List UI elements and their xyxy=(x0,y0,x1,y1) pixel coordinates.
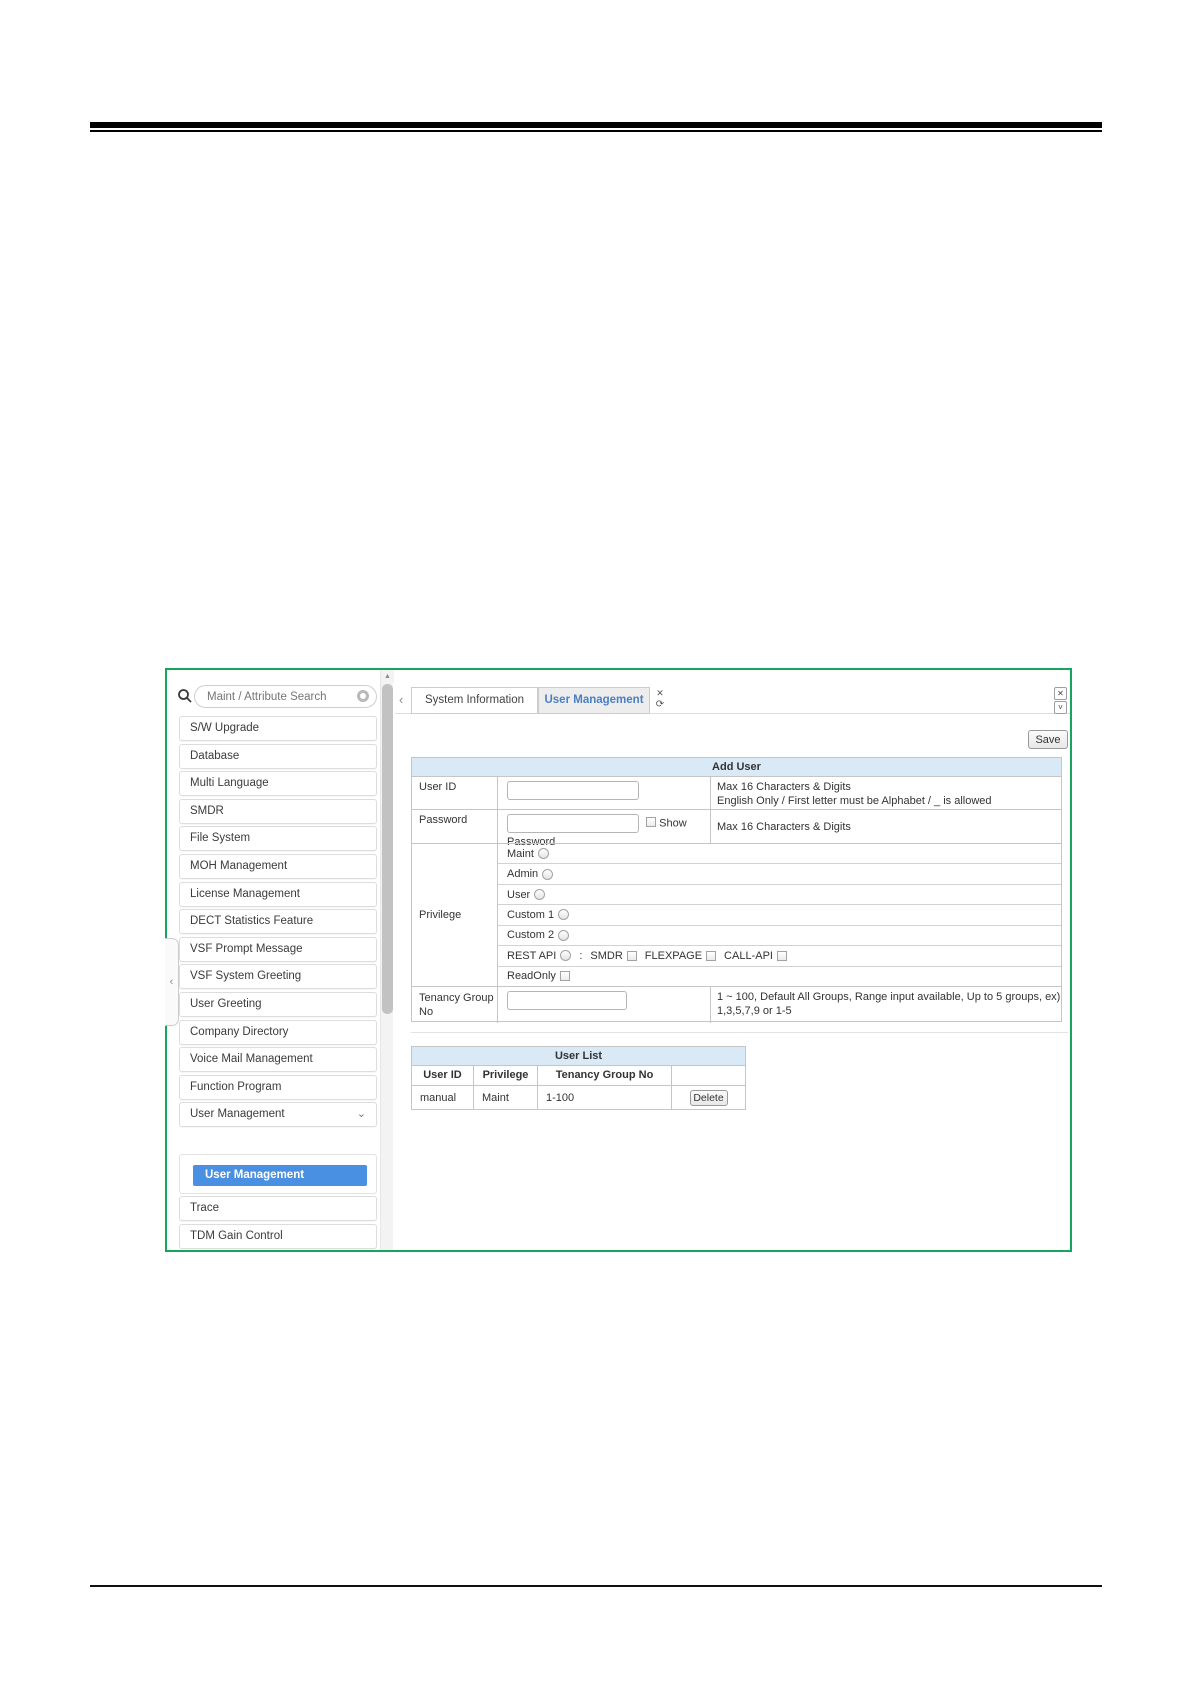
document-page: S/W Upgrade Database Multi Language SMDR… xyxy=(0,0,1191,1684)
password-row: Password Show Password Max 16 Characters… xyxy=(412,809,1061,843)
tab-back-icon[interactable]: ‹ xyxy=(399,692,403,707)
sidebar-item-vsf-greeting[interactable]: VSF System Greeting xyxy=(179,964,377,989)
col-actions xyxy=(672,1066,745,1085)
table-row: manual Maint 1-100 Delete xyxy=(412,1085,745,1110)
user-radio[interactable] xyxy=(534,889,545,900)
cell-user-id: manual xyxy=(412,1086,474,1110)
flexpage-checkbox[interactable] xyxy=(706,951,716,961)
custom1-radio[interactable] xyxy=(558,909,569,920)
user-list-title: User List xyxy=(412,1047,745,1065)
sidebar-item-license-management[interactable]: License Management xyxy=(179,882,377,907)
col-user-id: User ID xyxy=(412,1066,474,1085)
sidebar-item-database[interactable]: Database xyxy=(179,744,377,769)
custom2-radio[interactable] xyxy=(558,930,569,941)
sidebar-item-voice-mail[interactable]: Voice Mail Management xyxy=(179,1047,377,1072)
col-tenancy: Tenancy Group No xyxy=(538,1066,672,1085)
rest-api-radio[interactable] xyxy=(560,950,571,961)
smdr-checkbox[interactable] xyxy=(627,951,637,961)
scrollbar-thumb[interactable] xyxy=(382,684,393,1014)
top-rule xyxy=(90,122,1102,132)
sidebar-item-company-directory[interactable]: Company Directory xyxy=(179,1020,377,1045)
admin-ui-panel: S/W Upgrade Database Multi Language SMDR… xyxy=(165,668,1072,1252)
chevron-down-icon: ⌄ xyxy=(357,1103,366,1126)
sidebar-collapse-handle[interactable]: ‹ xyxy=(165,938,179,1026)
show-password-checkbox[interactable] xyxy=(646,817,656,827)
delete-button[interactable]: Delete xyxy=(690,1090,728,1106)
sidebar-scrollbar[interactable]: ▲ xyxy=(380,670,393,1250)
password-input[interactable] xyxy=(507,814,639,833)
window-close-button[interactable]: ✕ xyxy=(1054,687,1067,700)
sidebar-subitem-user-management-selected[interactable]: User Management xyxy=(193,1165,367,1186)
sidebar-item-label: User Management xyxy=(190,1108,285,1120)
privilege-option-rest-api: REST API : SMDR FLEXPAGE CALL-API xyxy=(498,945,1061,965)
scrollbar-up-icon[interactable]: ▲ xyxy=(381,670,394,683)
content-area: ‹ System Information User Management ✕ ⟳… xyxy=(395,670,1070,1250)
save-button[interactable]: Save xyxy=(1028,730,1068,749)
sidebar-item-vsf-prompt[interactable]: VSF Prompt Message xyxy=(179,937,377,962)
user-id-input[interactable] xyxy=(507,781,639,800)
sidebar-item-dect-statistics[interactable]: DECT Statistics Feature xyxy=(179,909,377,934)
sidebar-item-file-system[interactable]: File System xyxy=(179,826,377,851)
sidebar-item-function-program[interactable]: Function Program xyxy=(179,1075,377,1100)
clear-search-icon[interactable] xyxy=(357,690,369,702)
cell-tenancy: 1-100 xyxy=(538,1086,672,1110)
add-user-title: Add User xyxy=(412,758,1061,776)
readonly-checkbox[interactable] xyxy=(560,971,570,981)
sidebar-item-tdm-gain-control[interactable]: TDM Gain Control xyxy=(179,1224,377,1249)
user-list-table: User List User ID Privilege Tenancy Grou… xyxy=(411,1046,746,1110)
privilege-option-readonly: ReadOnly xyxy=(498,966,1061,986)
sidebar-item-trace[interactable]: Trace xyxy=(179,1196,377,1221)
sidebar-item-smdr[interactable]: SMDR xyxy=(179,799,377,824)
privilege-option-admin: Admin xyxy=(498,863,1061,883)
sidebar: S/W Upgrade Database Multi Language SMDR… xyxy=(167,670,395,1250)
privilege-option-custom2: Custom 2 xyxy=(498,925,1061,945)
sidebar-search-input[interactable] xyxy=(194,685,377,708)
tab-system-information[interactable]: System Information xyxy=(411,687,538,714)
search-icon xyxy=(177,688,193,704)
privilege-row: Privilege Maint Admin User xyxy=(412,843,1061,986)
tenancy-input[interactable] xyxy=(507,991,627,1010)
window-collapse-button[interactable]: ˅ xyxy=(1054,701,1067,714)
sidebar-item-sw-upgrade[interactable]: S/W Upgrade xyxy=(179,716,377,741)
bottom-rule xyxy=(90,1585,1102,1587)
add-user-table: Add User User ID Max 16 Characters & Dig… xyxy=(411,757,1062,1022)
password-hint: Max 16 Characters & Digits xyxy=(711,810,1061,843)
maint-radio[interactable] xyxy=(538,848,549,859)
sidebar-submenu: User Management xyxy=(179,1154,377,1194)
tenancy-row: Tenancy Group No 1 ~ 100, Default All Gr… xyxy=(412,986,1061,1023)
tenancy-hint: 1 ~ 100, Default All Groups, Range input… xyxy=(711,987,1061,1023)
col-privilege: Privilege xyxy=(474,1066,538,1085)
privilege-option-user: User xyxy=(498,884,1061,904)
user-id-label: User ID xyxy=(412,777,498,809)
privilege-option-custom1: Custom 1 xyxy=(498,904,1061,924)
admin-radio[interactable] xyxy=(542,869,553,880)
user-id-row: User ID Max 16 Characters & Digits Engli… xyxy=(412,776,1061,809)
privilege-option-maint: Maint xyxy=(498,844,1061,863)
cell-privilege: Maint xyxy=(474,1086,538,1110)
tab-close-icon[interactable]: ✕ xyxy=(654,687,666,699)
user-id-hint: Max 16 Characters & Digits English Only … xyxy=(711,777,1061,809)
sidebar-item-multi-language[interactable]: Multi Language xyxy=(179,771,377,796)
sidebar-item-user-greeting[interactable]: User Greeting xyxy=(179,992,377,1017)
section-separator xyxy=(411,1032,1068,1033)
password-label: Password xyxy=(412,810,498,843)
user-list-header-row: User ID Privilege Tenancy Group No xyxy=(412,1065,745,1085)
call-api-checkbox[interactable] xyxy=(777,951,787,961)
tab-user-management[interactable]: User Management xyxy=(538,687,650,714)
show-password-label: Show xyxy=(659,818,687,830)
sidebar-item-moh-management[interactable]: MOH Management xyxy=(179,854,377,879)
privilege-label: Privilege xyxy=(412,844,498,986)
tenancy-label: Tenancy Group No xyxy=(412,987,498,1023)
sidebar-item-user-management[interactable]: User Management ⌄ xyxy=(179,1102,377,1127)
tab-refresh-icon[interactable]: ⟳ xyxy=(654,699,666,711)
